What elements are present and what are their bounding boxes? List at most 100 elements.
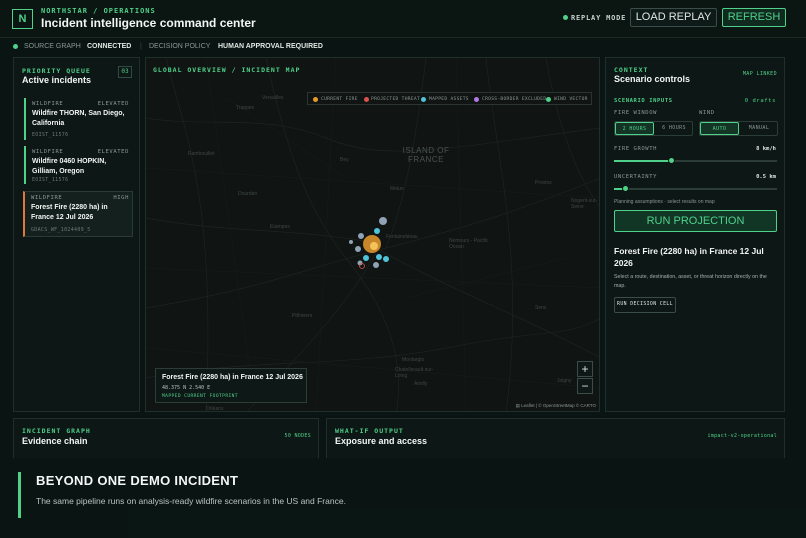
source-graph-value: CONNECTED [87,43,132,50]
map-place-label: Pithiviers [292,313,313,319]
wind-toggle: AUTO MANUAL [699,121,778,136]
map-linked-badge: MAP LINKED [742,71,777,77]
incident-type: WILDFIRE [32,101,64,107]
map-attribution[interactable]: ▤ Leaflet | © OpenStreetMap © CARTO [516,403,596,409]
wind-vector-legend-icon [546,96,551,102]
uncertainty-value: 0.5 km [756,174,776,180]
replay-mode-indicator: REPLAY MODE [563,14,626,22]
decision-policy-value: HUMAN APPROVAL REQUIRED [218,43,323,50]
map-place-label: Dourdan [238,191,258,197]
incident-cluster[interactable] [349,217,389,269]
map-place-label: Bey [340,157,349,163]
status-divider: | [140,43,142,50]
map-place-label: Orléans [206,406,224,412]
map-place-label: Provins [535,180,552,186]
brand-label: NORTHSTAR / OPERATIONS [41,7,156,15]
incident-popup[interactable]: Forest Fire (2280 ha) in France 12 Jul 2… [155,368,307,403]
what-if-output-panel: WHAT-IF OUTPUT Exposure and access impac… [326,418,785,460]
fire-growth-slider-handle[interactable] [667,157,675,164]
fire-window-label: FIRE WINDOW [614,110,658,116]
mapped-assets-legend-icon [421,96,426,102]
app-header: N NORTHSTAR / OPERATIONS Incident intell… [0,0,806,38]
uncertainty-slider[interactable] [614,188,777,190]
fire-growth-label: FIRE GROWTH [614,146,658,152]
fire-growth-value: 8 km/h [756,146,776,152]
map-place-label: Nogent-sur-Seine [571,198,598,210]
model-version-badge: impact-v2-operational [707,433,777,439]
map-canvas[interactable] [146,58,600,412]
scenario-inputs-label: SCENARIO INPUTS [614,98,673,104]
load-replay-button[interactable]: LOAD REPLAY [630,8,717,27]
fire-window-6h-option[interactable]: 6 HOURS [655,122,693,135]
map-place-label: Amilly [414,381,428,387]
incident-id: GDACS_WF_1024409_5 [31,227,91,233]
caption-overlay: BEYOND ONE DEMO INCIDENT The same pipeli… [0,458,806,538]
fire-window-toggle: 2 HOURS 6 HOURS [614,121,693,136]
planning-note: Planning assumptions · select results on… [614,199,715,205]
what-if-title: Exposure and access [335,436,428,446]
queue-title: Active incidents [22,75,92,85]
cross-border-legend-icon [474,96,479,102]
uncertainty-label: UNCERTAINTY [614,174,658,180]
status-bar: SOURCE GRAPH CONNECTED | DECISION POLICY… [0,40,806,54]
wind-manual-option[interactable]: MANUAL [740,122,778,135]
source-graph-label: SOURCE GRAPH [24,43,81,50]
current-fire-legend-icon [313,96,318,102]
incident-id: EOIST_11576 [32,177,69,183]
incident-type: WILDFIRE [32,149,64,155]
map-place-label: Joigny [557,378,572,384]
overlay-subtitle: The same pipeline runs on analysis-ready… [36,496,346,506]
zoom-out-button[interactable]: − [577,378,593,394]
decision-policy-label: DECISION POLICY [149,43,211,50]
page-title: Incident intelligence command center [41,16,256,30]
map-place-label: Versailles [262,95,284,101]
map-place-label: Trappes [236,105,255,111]
incident-graph-kicker: INCIDENT GRAPH [22,427,91,435]
incident-graph-title: Evidence chain [22,436,88,446]
incident-name: Wildfire THORN, San Diego, California [32,110,125,127]
incident-name: Forest Fire (2280 ha) in France 12 Jul 2… [31,204,108,221]
run-decision-cell-button[interactable]: RUN DECISION CELL [614,297,676,313]
incident-card-thorn[interactable]: WILDFIRE ELEVATED Wildfire THORN, San Di… [24,98,132,140]
map-place-label: Etampes [270,224,290,230]
selected-incident-title: Forest Fire (2280 ha) in France 12 Jul 2… [614,246,764,268]
incident-level: HIGH [113,195,129,201]
map-kicker: GLOBAL OVERVIEW / INCIDENT MAP [153,66,301,74]
map-place-label: Chatellerault-sur-Loing [395,367,434,379]
popup-coordinates: 48.375 N 2.540 E [162,385,211,391]
map-place-label: Montargis [402,357,424,363]
incident-card-hopkin[interactable]: WILDFIRE ELEVATED Wildfire 0460 HOPKIN, … [24,146,132,184]
road-network [146,58,599,411]
map-place-label: Sens [535,305,547,311]
accent-bar [18,472,21,518]
incident-name: Wildfire 0460 HOPKIN, Gilliam, Oregon [32,158,107,175]
incident-map-panel[interactable]: GLOBAL OVERVIEW / INCIDENT MAP CURRENT F… [145,57,600,412]
incident-count-badge: 03 [118,66,132,78]
map-place-label: Fontainebleau [386,234,418,240]
wind-label: WIND [699,110,715,116]
context-title: Scenario controls [614,74,691,84]
queue-kicker: PRIORITY QUEUE [22,67,91,75]
map-legend: CURRENT FIRE PROJECTED THREAT MAPPED ASS… [307,92,592,105]
selected-incident-description: Select a route, destination, asset, or t… [614,274,767,289]
minor-roads [146,58,599,411]
refresh-button[interactable]: REFRESH [722,8,786,27]
incident-card-france-selected[interactable]: WILDFIRE HIGH Forest Fire (2280 ha) in F… [23,191,133,237]
node-count-badge: 50 NODES [284,433,311,439]
map-place-label: Nemours - Pacific Ocean [449,238,489,250]
region-label: ISLAND OF FRANCE [402,146,450,164]
scenario-controls-panel: CONTEXT Scenario controls MAP LINKED SCE… [605,57,785,412]
run-projection-button[interactable]: RUN PROJECTION [614,210,777,232]
wind-auto-option[interactable]: AUTO [700,122,739,135]
what-if-kicker: WHAT-IF OUTPUT [335,427,404,435]
incident-type: WILDFIRE [31,195,63,201]
incident-id: EOIST_11576 [32,132,69,138]
fire-window-2h-option[interactable]: 2 HOURS [615,122,654,135]
uncertainty-slider-handle[interactable] [621,185,629,192]
popup-footprint: MAPPED CURRENT FOOTPRINT [162,394,238,399]
connected-dot-icon [13,44,18,49]
zoom-in-button[interactable]: + [577,361,593,377]
status-dot-icon [563,15,568,20]
map-place-label: Rambouillet [188,151,215,157]
drafts-count: 0 drafts [744,98,776,104]
